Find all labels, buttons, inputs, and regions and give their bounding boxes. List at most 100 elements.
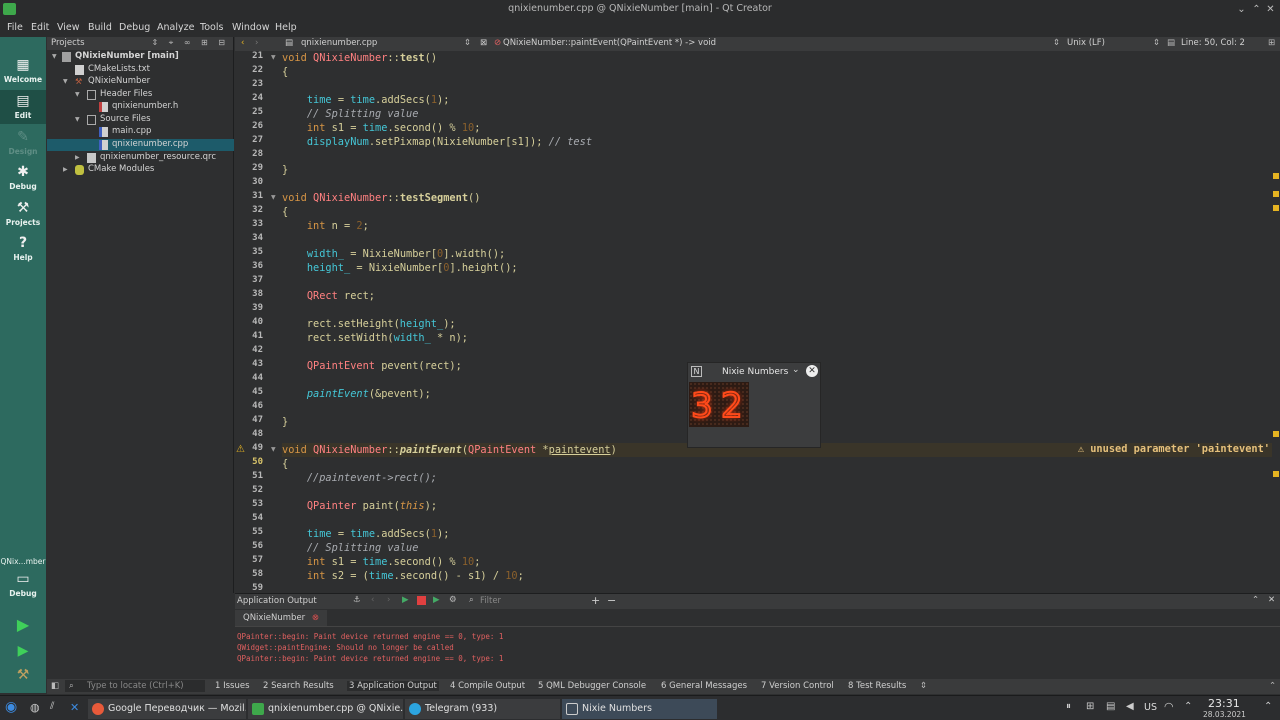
cpp-file-icon xyxy=(99,127,108,137)
tab-compile-output[interactable]: 4 Compile Output xyxy=(450,681,525,691)
tree-item-file[interactable]: CMakeLists.txt xyxy=(47,64,234,76)
mode-debug[interactable]: ✱ Debug xyxy=(0,164,46,191)
minimize-icon[interactable]: ⌄ xyxy=(1235,3,1248,16)
maximize-pane-icon[interactable]: ⌃ xyxy=(1252,595,1259,605)
settings-icon[interactable]: ⚙ xyxy=(449,595,457,605)
mode-edit[interactable]: ▤ Edit xyxy=(0,90,46,124)
panel-tools[interactable]: ⇕ ⌖ ∞ ⊞ ⊟ xyxy=(152,38,229,48)
line-ending-combo[interactable]: Unix (LF) xyxy=(1067,38,1105,48)
tab-test-results[interactable]: 8 Test Results xyxy=(848,681,906,691)
mode-projects[interactable]: ⚒ Projects xyxy=(0,200,46,227)
kit-selector[interactable]: ▭ Debug xyxy=(0,571,46,598)
tree-item-folder[interactable]: ▼ Header Files xyxy=(47,89,234,101)
more-tabs-icon[interactable]: ⇕ xyxy=(920,681,927,691)
cursor-position[interactable]: Line: 50, Col: 2 xyxy=(1181,38,1245,48)
menu-analyze[interactable]: Analyze xyxy=(157,22,194,33)
start-menu-icon[interactable]: ◉ xyxy=(5,699,17,715)
close-icon[interactable]: ✕ xyxy=(806,365,818,377)
run-button[interactable]: ▶ xyxy=(0,617,46,635)
tab-application-output[interactable]: 3 Application Output xyxy=(347,681,439,691)
taskbar-item[interactable]: Google Переводчик — Mozil... xyxy=(88,699,246,719)
nixie-numbers-window[interactable]: N Nixie Numbers ⌄ ✕ 3 2 xyxy=(687,362,821,448)
close-pane-icon[interactable]: ✕ xyxy=(1268,595,1275,605)
stop-icon[interactable] xyxy=(417,596,426,605)
tree-item-project[interactable]: ▼ QNixieNumber [main] xyxy=(47,51,234,63)
line-number: 27 xyxy=(252,135,263,145)
line-number: 25 xyxy=(252,107,263,117)
tree-item-resource[interactable]: ▶ qnixienumber_resource.qrc xyxy=(47,152,234,164)
chevron-down-icon[interactable]: ⌄ xyxy=(792,365,800,375)
taskbar-item[interactable]: qnixienumber.cpp @ QNixie... xyxy=(248,699,403,719)
rerun-icon[interactable]: ▶ xyxy=(402,595,409,605)
tree-item-folder[interactable]: ▼ Source Files xyxy=(47,114,234,126)
launcher-icon[interactable]: ⫽ xyxy=(50,701,54,712)
volume-icon[interactable]: ◀ xyxy=(1126,701,1134,712)
tree-item-file[interactable]: main.cpp xyxy=(47,126,234,138)
kde-icon[interactable]: ✕ xyxy=(70,701,79,714)
show-desktop-icon[interactable]: ⌃ xyxy=(1264,701,1272,712)
tree-item-modules[interactable]: ▶ CMake Modules xyxy=(47,164,234,176)
mode-design[interactable]: ✎ Design xyxy=(0,129,46,156)
menu-view[interactable]: View xyxy=(57,22,80,33)
maximize-icon[interactable]: ⌃ xyxy=(1250,3,1263,16)
menu-build[interactable]: Build xyxy=(88,22,112,33)
menu-edit[interactable]: Edit xyxy=(31,22,49,33)
back-icon[interactable]: ‹ xyxy=(241,38,244,48)
discord-icon[interactable]: ◍ xyxy=(30,701,40,714)
progress-toggle-icon[interactable]: ⌃ xyxy=(1269,681,1276,691)
prev-icon[interactable]: ‹ xyxy=(371,595,374,605)
panel-title[interactable]: Projects xyxy=(51,38,85,48)
tab-version-control[interactable]: 7 Version Control xyxy=(761,681,834,691)
forward-icon[interactable]: › xyxy=(255,38,258,48)
filter-input[interactable]: Filter xyxy=(480,596,501,606)
tab-qml-console[interactable]: 5 QML Debugger Console xyxy=(538,681,646,691)
fold-icon[interactable]: ▼ xyxy=(271,446,276,453)
debug-run-button[interactable]: ▶ xyxy=(0,643,46,661)
close-icon[interactable]: ✕ xyxy=(1264,3,1277,16)
debug-icon[interactable]: ▶ xyxy=(433,595,440,605)
network-icon[interactable]: ⊞ xyxy=(1086,701,1094,712)
menu-help[interactable]: Help xyxy=(275,22,297,33)
media-pause-icon[interactable]: ⏸ xyxy=(1066,701,1071,712)
tree-item-file[interactable]: qnixienumber.h xyxy=(47,101,234,113)
editor-scrollbar[interactable] xyxy=(1272,51,1280,593)
zoom-in-icon[interactable]: + xyxy=(591,594,600,607)
next-icon[interactable]: › xyxy=(387,595,390,605)
attach-icon[interactable]: ⚓ xyxy=(353,595,361,605)
zoom-out-icon[interactable]: − xyxy=(607,594,616,607)
output-tab[interactable]: QNixieNumber ⊗ xyxy=(235,610,327,626)
taskbar-item[interactable]: Telegram (933) xyxy=(405,699,560,719)
locator[interactable]: ⌕ Type to locate (Ctrl+K) xyxy=(65,680,205,692)
code-area[interactable]: void QNixieNumber::test() { time = time.… xyxy=(282,51,1272,593)
clock-time[interactable]: 23:31 xyxy=(1208,697,1240,710)
close-file-icon[interactable]: ⊠ xyxy=(480,38,487,48)
keyboard-layout[interactable]: US xyxy=(1144,702,1157,713)
toggle-sidebar-icon[interactable]: ◧ xyxy=(51,681,59,691)
mode-welcome[interactable]: ▦ Welcome xyxy=(0,57,46,84)
hammer-icon: ⚒ xyxy=(16,667,30,683)
fold-icon[interactable]: ▼ xyxy=(271,194,276,201)
close-tab-icon[interactable]: ⊗ xyxy=(312,613,319,623)
tree-item-target[interactable]: ▼ ⚒ QNixieNumber xyxy=(47,76,234,88)
mode-help[interactable]: ? Help xyxy=(0,235,46,262)
wifi-icon[interactable]: ◠ xyxy=(1164,700,1174,713)
tab-issues[interactable]: 1 Issues xyxy=(215,681,250,691)
split-icon[interactable]: ⊞ xyxy=(1268,38,1275,48)
build-button[interactable]: ⚒ xyxy=(0,667,46,685)
tab-general-messages[interactable]: 6 General Messages xyxy=(661,681,747,691)
menu-debug[interactable]: Debug xyxy=(119,22,150,33)
menu-file[interactable]: File xyxy=(7,22,23,33)
taskbar-item[interactable]: Nixie Numbers xyxy=(562,699,717,719)
clipboard-icon[interactable]: ▤ xyxy=(1106,701,1115,712)
warning-icon[interactable]: ⚠ xyxy=(236,444,245,455)
open-file-combo[interactable]: qnixienumber.cpp xyxy=(301,38,377,48)
locator-input[interactable]: Type to locate (Ctrl+K) xyxy=(87,681,184,691)
folder-icon xyxy=(87,90,96,100)
symbol-combo[interactable]: QNixieNumber::paintEvent(QPaintEvent *) … xyxy=(494,38,716,48)
tab-search-results[interactable]: 2 Search Results xyxy=(263,681,334,691)
tree-item-file[interactable]: qnixienumber.cpp xyxy=(47,139,234,151)
fold-icon[interactable]: ▼ xyxy=(271,54,276,61)
tray-expand-icon[interactable]: ⌃ xyxy=(1184,701,1192,712)
menu-window[interactable]: Window xyxy=(232,22,269,33)
menu-tools[interactable]: Tools xyxy=(200,22,223,33)
